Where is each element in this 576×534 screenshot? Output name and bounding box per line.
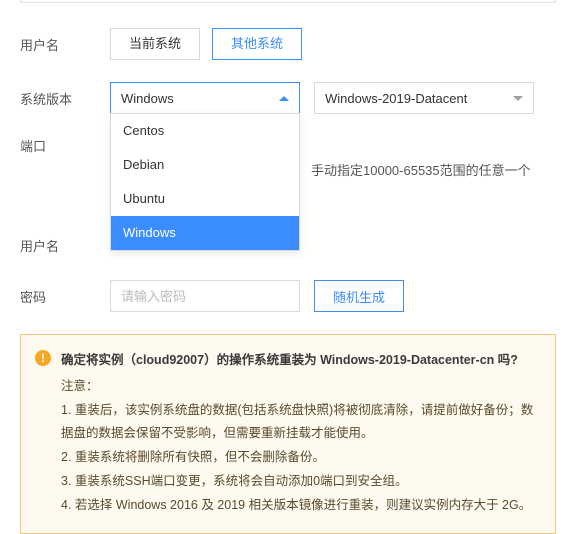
caret-up-icon xyxy=(279,96,289,101)
warning-note-label: 注意： xyxy=(61,375,539,399)
os-option-debian[interactable]: Debian xyxy=(111,148,299,182)
warning-line-1: 1. 重装后，该实例系统盘的数据(包括系统盘快照)将被彻底清除，请提前做好备份；… xyxy=(61,399,539,447)
os-select[interactable]: Windows xyxy=(110,82,300,114)
warning-icon: ! xyxy=(35,350,51,366)
image-select-value: Windows-2019-Datacent xyxy=(325,91,513,106)
row-username-tabs: 用户名 当前系统 其他系统 xyxy=(20,28,556,60)
password-input[interactable] xyxy=(110,280,300,312)
random-generate-button[interactable]: 随机生成 xyxy=(314,280,404,312)
tab-other-system[interactable]: 其他系统 xyxy=(212,28,302,60)
warning-line-3: 3. 重装系统SSH端口变更，系统将会自动添加0端口到安全组。 xyxy=(61,470,539,494)
warning-line-2: 2. 重装系统将删除所有快照，但不会删除备份。 xyxy=(61,446,539,470)
os-select-value: Windows xyxy=(121,91,279,106)
tab-current-system[interactable]: 当前系统 xyxy=(110,28,200,60)
caret-down-icon xyxy=(513,96,523,101)
os-option-centos[interactable]: Centos xyxy=(111,114,299,148)
label-password: 密码 xyxy=(20,287,110,306)
image-select[interactable]: Windows-2019-Datacent xyxy=(314,82,534,114)
row-password: 密码 随机生成 xyxy=(20,280,556,312)
label-os-version: 系统版本 xyxy=(20,89,110,108)
row-os-version: 系统版本 Windows Windows-2019-Datacent xyxy=(20,82,556,114)
port-hint-text: 手动指定10000-65535范围的任意一个 xyxy=(311,160,556,179)
label-username2: 用户名 xyxy=(20,236,110,255)
warning-panel: ! 确定将实例（cloud92007）的操作系统重装为 Windows-2019… xyxy=(20,334,556,534)
label-username: 用户名 xyxy=(20,35,110,54)
system-tab-group: 当前系统 其他系统 xyxy=(110,28,314,60)
previous-field-edge xyxy=(20,0,556,3)
warning-headline: 确定将实例（cloud92007）的操作系统重装为 Windows-2019-D… xyxy=(61,349,539,373)
os-dropdown: Centos Debian Ubuntu Windows xyxy=(110,113,300,251)
label-port: 端口 xyxy=(20,136,110,155)
os-option-windows[interactable]: Windows xyxy=(111,216,299,250)
warning-line-4: 4. 若选择 Windows 2016 及 2019 相关版本镜像进行重装，则建… xyxy=(61,494,539,518)
os-option-ubuntu[interactable]: Ubuntu xyxy=(111,182,299,216)
